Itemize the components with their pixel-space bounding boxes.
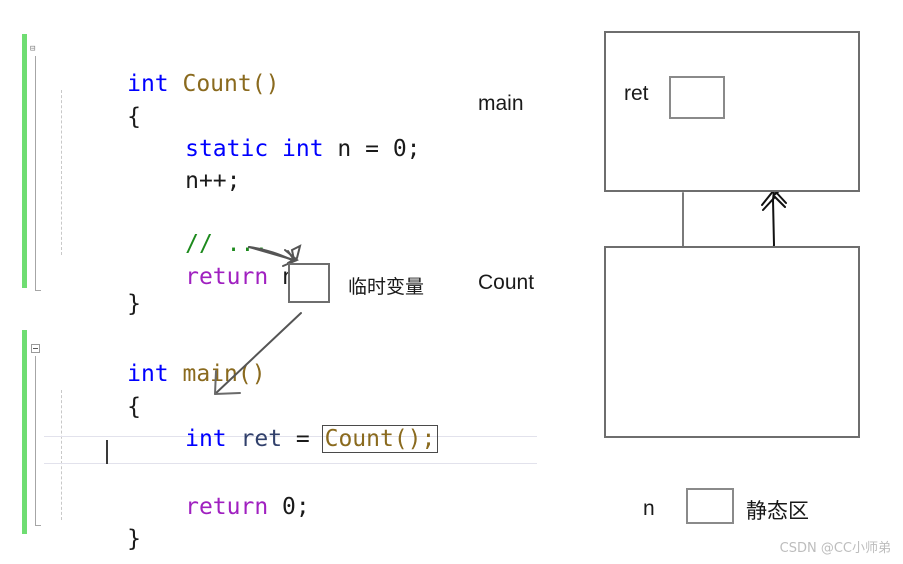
code-line-12[interactable]: } (44, 500, 141, 564)
main-stack-frame (604, 31, 860, 192)
watermark: CSDN @CC小师弟 (779, 541, 891, 556)
fold-marker-count[interactable]: ⊟ (30, 44, 44, 54)
code-line-10[interactable]: int ret = Count(); (44, 400, 439, 478)
token-function-main: main() (182, 361, 266, 387)
token-increment-n: n++; (185, 168, 241, 194)
screenshot-root: ⊟ int Count() { static int n = 0; n++; /… (0, 0, 903, 564)
token-call-count-boxed[interactable]: Count(); (321, 425, 439, 453)
fold-bracket-main (35, 356, 41, 526)
count-stack-frame (604, 246, 860, 438)
main-frame-label: main (478, 92, 524, 115)
arrow-count-to-main-head (761, 189, 787, 206)
code-line-7[interactable]: } (44, 265, 141, 343)
token-return-value-zero: 0; (268, 494, 310, 520)
temp-variable-box (288, 263, 330, 303)
token-space-1 (227, 426, 241, 452)
token-function-count: Count() (182, 71, 280, 97)
token-keyword-return-main: return (185, 494, 269, 520)
ret-variable-label: ret (624, 82, 649, 105)
arrow-count-to-main-head2 (762, 195, 786, 211)
fold-bracket-count (35, 56, 41, 291)
count-frame-label: Count (478, 271, 535, 294)
token-decl-n: n = 0; (323, 136, 421, 162)
token-brace-close: } (127, 291, 141, 317)
static-variable-label: n (643, 497, 655, 520)
static-variable-box (686, 488, 734, 524)
change-bar-main (22, 330, 27, 534)
token-keyword-int-ret: int (185, 426, 227, 452)
token-brace-close-main: } (127, 526, 141, 552)
token-variable-ret: ret (240, 426, 283, 452)
ret-value-box (669, 76, 725, 119)
token-keyword-return: return (185, 264, 269, 290)
change-bar-count (22, 34, 27, 288)
static-area-label: 静态区 (746, 499, 809, 523)
temp-variable-label: 临时变量 (348, 276, 425, 298)
fold-marker-main[interactable] (31, 344, 40, 353)
code-editor-pane[interactable]: ⊟ int Count() { static int n = 0; n++; /… (0, 0, 560, 564)
token-assign: = (282, 426, 324, 452)
